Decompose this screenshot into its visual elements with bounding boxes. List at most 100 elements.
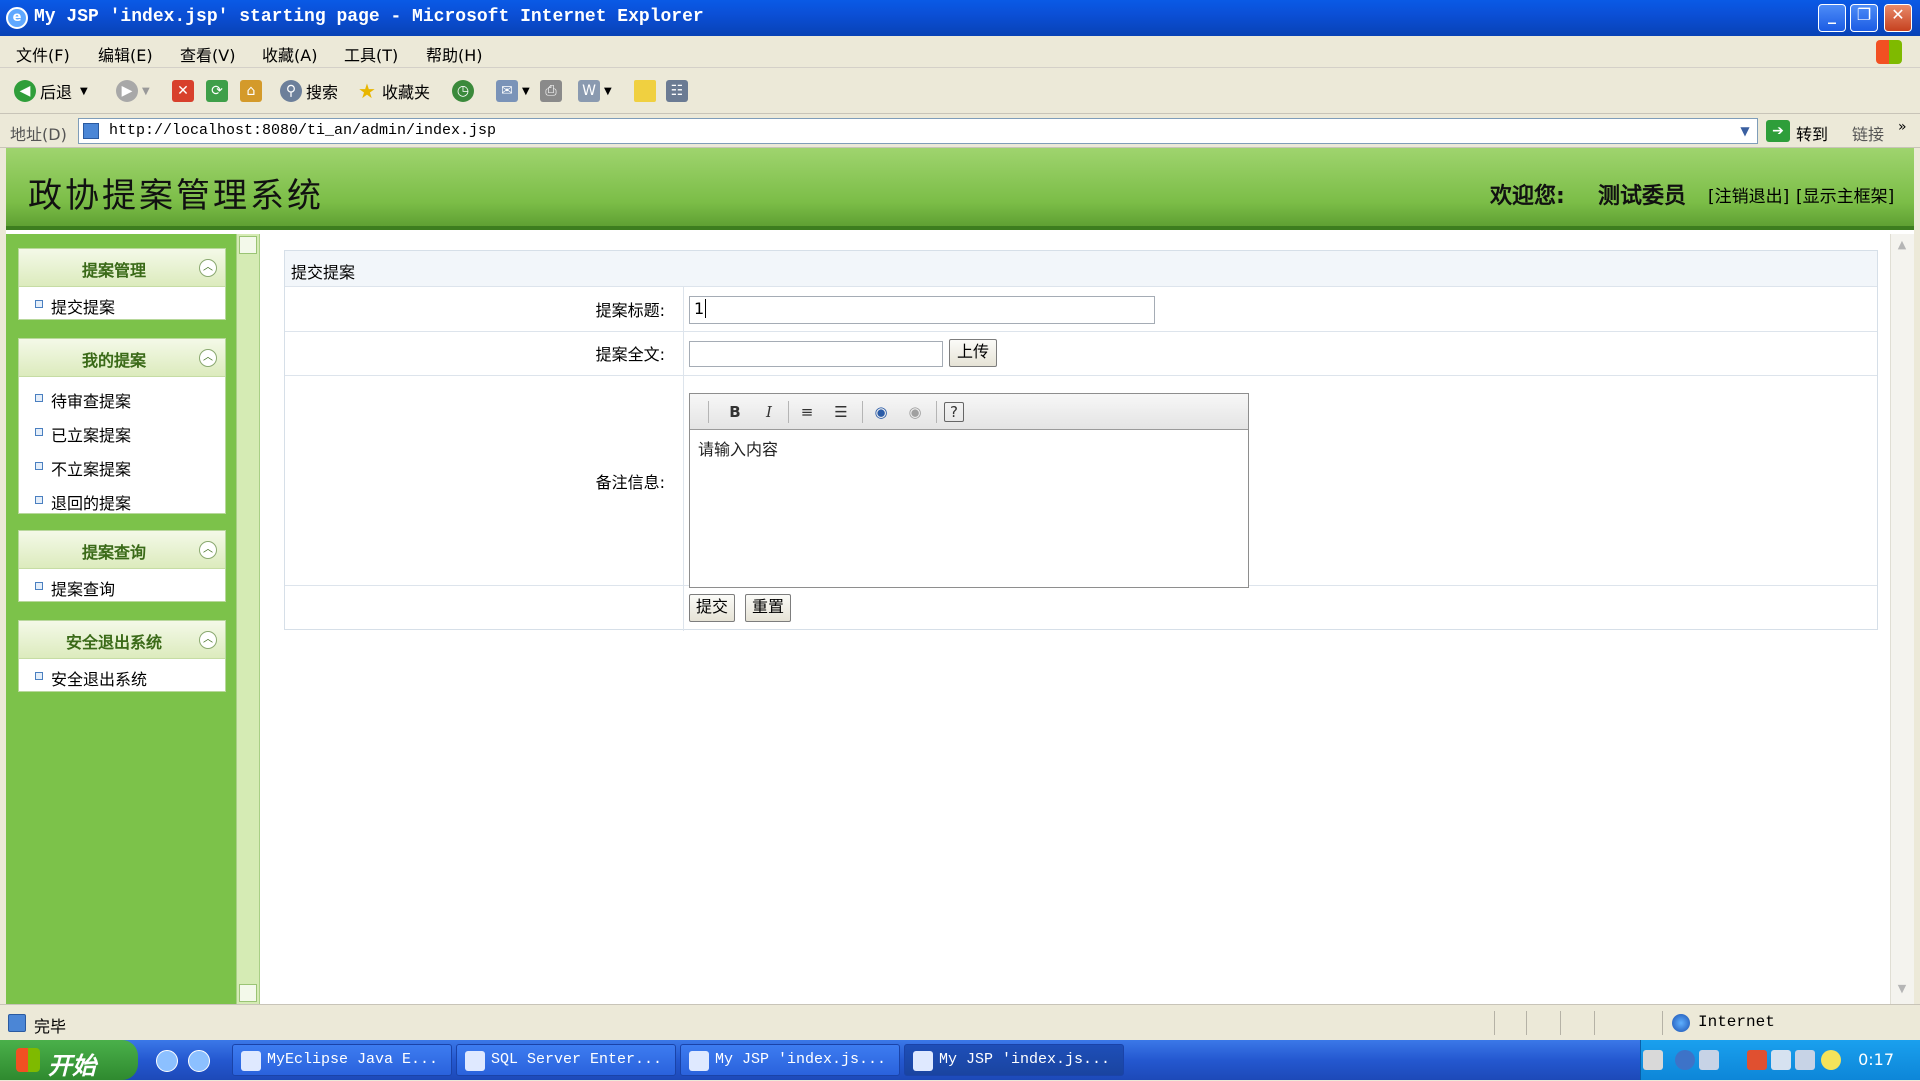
logout-link[interactable]: [注销退出] [1708, 182, 1789, 207]
proposal-file-input[interactable] [689, 341, 943, 367]
upload-button[interactable]: 上传 [949, 339, 997, 367]
sidebar-item-pending-review[interactable]: 待审查提案 [19, 381, 225, 415]
ordered-list-icon[interactable]: ≡ [796, 401, 818, 423]
italic-icon[interactable]: I [758, 401, 780, 423]
collapse-icon[interactable]: ︿ [199, 259, 217, 277]
show-main-frame-link[interactable]: [显示主框架] [1796, 182, 1894, 207]
row-divider [285, 375, 1877, 376]
mail-dropdown-icon[interactable]: ▼ [522, 86, 530, 97]
splitter-toggle-bottom[interactable] [239, 984, 257, 1002]
task-sql-server[interactable]: SQL Server Enter... [456, 1044, 676, 1076]
bold-icon[interactable]: B [724, 401, 746, 423]
print-button[interactable]: ⎙ [540, 77, 566, 105]
chevron-right-icon[interactable]: » [1898, 119, 1907, 135]
favorites-button[interactable]: ★ 收藏夹 [356, 77, 430, 105]
task-ie-window-2[interactable]: My JSP 'index.js... [904, 1044, 1124, 1076]
refresh-button[interactable]: ⟳ [206, 77, 232, 105]
home-icon: ⌂ [240, 80, 262, 102]
vertical-scrollbar[interactable]: ▲ ▼ [1890, 234, 1914, 1004]
mail-button[interactable]: ✉ ▼ [496, 77, 530, 105]
close-button[interactable]: ✕ [1884, 4, 1912, 32]
sidebar-group-header[interactable]: 提案查询 ︿ [19, 531, 225, 569]
messenger-tray-icon[interactable] [1821, 1050, 1841, 1070]
go-button[interactable]: 转到 [1796, 121, 1828, 145]
remark-label: 备注信息: [595, 473, 665, 492]
editor-placeholder[interactable]: 请输入内容 [698, 436, 778, 460]
keyboard-icon[interactable] [1643, 1050, 1663, 1070]
edit-dropdown-icon[interactable]: ▼ [604, 86, 612, 97]
sidebar-group-header[interactable]: 安全退出系统 ︿ [19, 621, 225, 659]
help-icon[interactable]: ? [944, 402, 964, 422]
home-button[interactable]: ⌂ [240, 77, 266, 105]
tray-arrow-icon[interactable] [1675, 1050, 1695, 1070]
menu-file[interactable]: 文件(F) [16, 42, 70, 66]
minimize-button[interactable]: _ [1818, 4, 1846, 32]
sql-server-icon [465, 1051, 485, 1071]
menu-favorites[interactable]: 收藏(A) [262, 42, 317, 66]
sidebar-item-label: 提案查询 [51, 580, 116, 599]
sidebar-item-submit-proposal[interactable]: 提交提案 [19, 287, 225, 321]
collapse-icon[interactable]: ︿ [199, 631, 217, 649]
link-globe-icon[interactable]: ◉ [870, 401, 892, 423]
scroll-up-icon[interactable]: ▲ [1893, 238, 1911, 256]
menu-edit[interactable]: 编辑(E) [98, 42, 153, 66]
qq-icon[interactable] [1747, 1050, 1767, 1070]
menu-help[interactable]: 帮助(H) [426, 42, 483, 66]
sidebar-item-query[interactable]: 提案查询 [19, 569, 225, 603]
stop-button[interactable]: ✕ [172, 77, 198, 105]
status-text: 完毕 [34, 1017, 67, 1036]
address-url[interactable]: http://localhost:8080/ti_an/admin/index.… [109, 122, 496, 139]
edit-button[interactable]: W ▼ [578, 77, 612, 105]
start-button[interactable]: 开始 [0, 1040, 138, 1080]
unlink-icon[interactable]: ◉ [904, 401, 926, 423]
messenger-button[interactable]: ☷ [666, 77, 692, 105]
bullet-icon [35, 462, 43, 470]
frame-splitter[interactable] [236, 234, 260, 1004]
task-ie-window-1[interactable]: My JSP 'index.js... [680, 1044, 900, 1076]
unordered-list-icon[interactable]: ☰ [830, 401, 852, 423]
history-button[interactable]: ◷ [452, 77, 478, 105]
panel-title-text: 提交提案 [291, 263, 356, 282]
welcome-text: 欢迎您: [1490, 184, 1565, 209]
submit-button[interactable]: 提交 [689, 594, 735, 622]
forward-button[interactable]: ▶ ▼ [116, 77, 150, 105]
bullet-icon [35, 582, 43, 590]
address-dropdown-icon[interactable]: ▼ [1735, 121, 1755, 141]
proposal-title-input[interactable]: 1 [689, 296, 1155, 324]
toolbar-separator [788, 401, 789, 423]
go-arrow-icon[interactable]: ➔ [1766, 120, 1790, 142]
search-button[interactable]: ⚲ 搜索 [280, 77, 338, 105]
splitter-toggle-top[interactable] [239, 236, 257, 254]
task-myeclipse[interactable]: MyEclipse Java E... [232, 1044, 452, 1076]
sidebar-item-returned[interactable]: 退回的提案 [19, 483, 225, 517]
back-button[interactable]: ◀ 后退 ▼ [14, 77, 88, 105]
toolbar-separator [708, 401, 709, 423]
menu-tools[interactable]: 工具(T) [344, 42, 398, 66]
reset-button[interactable]: 重置 [745, 594, 791, 622]
remark-rich-editor[interactable]: B I ≡ ☰ ◉ ◉ ? 请输入内容 [689, 393, 1249, 588]
discuss-button[interactable] [634, 77, 660, 105]
collapse-icon[interactable]: ︿ [199, 541, 217, 559]
back-dropdown-icon[interactable]: ▼ [80, 86, 88, 97]
sidebar-item-rejected[interactable]: 不立案提案 [19, 449, 225, 483]
volume-icon[interactable] [1771, 1050, 1791, 1070]
sidebar-group-header[interactable]: 我的提案 ︿ [19, 339, 225, 377]
editor-toolbar: B I ≡ ☰ ◉ ◉ ? [690, 394, 1248, 430]
bullet-icon [35, 672, 43, 680]
maximize-button[interactable]: ❐ [1850, 4, 1878, 32]
quicklaunch-ie-icon[interactable] [156, 1050, 178, 1072]
address-input[interactable]: http://localhost:8080/ti_an/admin/index.… [78, 118, 1758, 144]
quicklaunch-ie-icon[interactable] [188, 1050, 210, 1072]
display-icon[interactable] [1795, 1050, 1815, 1070]
sidebar-item-accepted[interactable]: 已立案提案 [19, 415, 225, 449]
menu-view[interactable]: 查看(V) [180, 42, 235, 66]
links-button[interactable]: 链接 [1852, 121, 1884, 145]
sidebar-group-header[interactable]: 提案管理 ︿ [19, 249, 225, 287]
scroll-down-icon[interactable]: ▼ [1893, 982, 1911, 1000]
forward-dropdown-icon[interactable]: ▼ [142, 86, 150, 97]
network-icon[interactable] [1699, 1050, 1719, 1070]
collapse-icon[interactable]: ︿ [199, 349, 217, 367]
sidebar-item-safe-logout[interactable]: 安全退出系统 [19, 659, 225, 693]
stop-icon: ✕ [172, 80, 194, 102]
window-title-bar[interactable]: e My JSP 'index.jsp' starting page - Mic… [0, 0, 1920, 36]
